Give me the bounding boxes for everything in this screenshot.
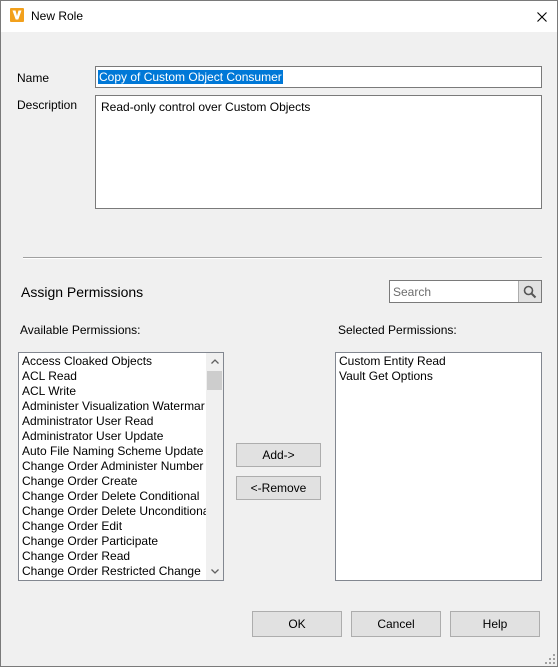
list-item[interactable]: Change Order Read [19,549,223,564]
assign-permissions-heading: Assign Permissions [21,284,144,300]
separator [23,257,542,259]
list-item[interactable]: Auto File Naming Scheme Update [19,444,223,459]
list-item[interactable]: Change Order Participate [19,534,223,549]
search-placeholder: Search [393,285,432,299]
list-item[interactable]: Change Order Restricted Change [19,564,223,579]
list-item[interactable]: Administrator User Update [19,429,223,444]
close-button[interactable] [527,1,557,32]
remove-button[interactable]: <-Remove [236,476,321,500]
list-item[interactable]: Vault Get Options [336,369,541,384]
list-item[interactable]: Change Order Edit [19,519,223,534]
scroll-up-button[interactable] [206,353,223,370]
list-item[interactable]: Administer Visualization Watermar [19,399,223,414]
close-icon [537,11,547,22]
chevron-down-icon [210,569,219,574]
add-button[interactable]: Add-> [236,443,321,467]
list-item[interactable]: ACL Read [19,369,223,384]
name-field[interactable]: Copy of Custom Object Consumer [95,66,542,88]
scroll-down-button[interactable] [206,563,223,580]
description-label: Description [17,98,78,112]
autodesk-vault-icon [10,8,24,22]
magnifier-icon [523,285,537,298]
list-item[interactable]: Administrator User Read [19,414,223,429]
list-item[interactable]: ACL Write [19,384,223,399]
help-button[interactable]: Help [450,611,540,637]
selected-permissions-list[interactable]: Custom Entity Read Vault Get Options [335,352,542,581]
name-field-value: Copy of Custom Object Consumer [98,70,283,84]
vertical-scrollbar[interactable] [206,353,223,580]
new-role-dialog: New Role Name Copy of Custom Object Cons… [0,0,558,667]
list-item[interactable]: Change Order Administer Number [19,459,223,474]
description-field[interactable]: Read-only control over Custom Objects [95,95,542,209]
list-item[interactable]: Change Order Create [19,474,223,489]
list-item[interactable]: Access Cloaked Objects [19,354,223,369]
list-item[interactable]: Change Order Delete Unconditiona [19,504,223,519]
scroll-thumb[interactable] [207,371,222,390]
selected-permissions-label: Selected Permissions: [338,323,457,337]
window-title: New Role [31,9,84,23]
description-field-value: Read-only control over Custom Objects [101,100,311,114]
ok-button[interactable]: OK [252,611,342,637]
available-permissions-list[interactable]: Access Cloaked Objects ACL Read ACL Writ… [18,352,224,581]
name-label: Name [17,71,50,85]
available-permissions-label: Available Permissions: [20,323,141,337]
cancel-button[interactable]: Cancel [351,611,441,637]
search-input[interactable]: Search [389,280,542,303]
list-item[interactable]: Custom Entity Read [336,354,541,369]
chevron-up-icon [210,359,219,364]
title-bar: New Role [1,1,557,32]
resize-grip-icon[interactable] [544,653,556,665]
search-button[interactable] [518,281,541,302]
list-item[interactable]: Change Order Delete Conditional [19,489,223,504]
